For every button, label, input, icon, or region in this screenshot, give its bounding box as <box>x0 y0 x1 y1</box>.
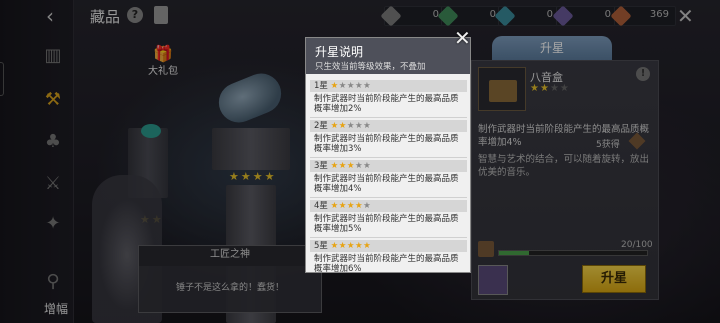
level-description: 制作武器时当前阶段能产生的最高品质概率增加4% <box>314 174 459 194</box>
modal-header: 升星说明 只生效当前等级效果，不叠加 <box>306 38 470 74</box>
level-description: 制作武器时当前阶段能产生的最高品质概率增加2% <box>314 94 459 114</box>
star-level-row: 1星 ★★★★★ 制作武器时当前阶段能产生的最高品质概率增加2% <box>310 80 467 118</box>
stars-empty: ★★ <box>355 161 372 171</box>
stars-empty: ★ <box>363 201 372 211</box>
level-description: 制作武器时当前阶段能产生的最高品质概率增加5% <box>314 214 459 234</box>
level-label: 1星 <box>314 81 328 91</box>
modal-close-icon[interactable]: ✕ <box>454 26 471 50</box>
modal-body[interactable]: 1星 ★★★★★ 制作武器时当前阶段能产生的最高品质概率增加2% 2星 ★★★★… <box>306 74 470 272</box>
level-description: 制作武器时当前阶段能产生的最高品质概率增加6% <box>314 254 459 272</box>
level-label: 5星 <box>314 241 328 251</box>
stars-filled: ★★★★ <box>330 201 364 211</box>
stars-filled: ★★ <box>330 121 347 131</box>
modal-subtitle: 只生效当前等级效果，不叠加 <box>315 62 426 72</box>
stars-empty: ★★★★ <box>338 81 372 91</box>
stars-filled: ★★★ <box>330 161 355 171</box>
level-label: 3星 <box>314 161 328 171</box>
stars-empty: ★★★ <box>346 121 372 131</box>
stars-filled: ★ <box>330 81 339 91</box>
modal-title: 升星说明 <box>315 45 364 59</box>
star-level-row: 2星 ★★★★★ 制作武器时当前阶段能产生的最高品质概率增加3% <box>310 120 467 158</box>
upgrade-info-modal: 升星说明 只生效当前等级效果，不叠加 1星 ★★★★★ 制作武器时当前阶段能产生… <box>305 37 471 273</box>
star-level-row: 3星 ★★★★★ 制作武器时当前阶段能产生的最高品质概率增加4% <box>310 160 467 198</box>
stars-filled: ★★★★★ <box>330 241 372 251</box>
level-description: 制作武器时当前阶段能产生的最高品质概率增加3% <box>314 134 459 154</box>
star-level-row: 4星 ★★★★★ 制作武器时当前阶段能产生的最高品质概率增加5% <box>310 200 467 238</box>
star-level-row: 5星 ★★★★★ 制作武器时当前阶段能产生的最高品质概率增加6% <box>310 240 467 272</box>
level-label: 4星 <box>314 201 328 211</box>
level-label: 2星 <box>314 121 328 131</box>
